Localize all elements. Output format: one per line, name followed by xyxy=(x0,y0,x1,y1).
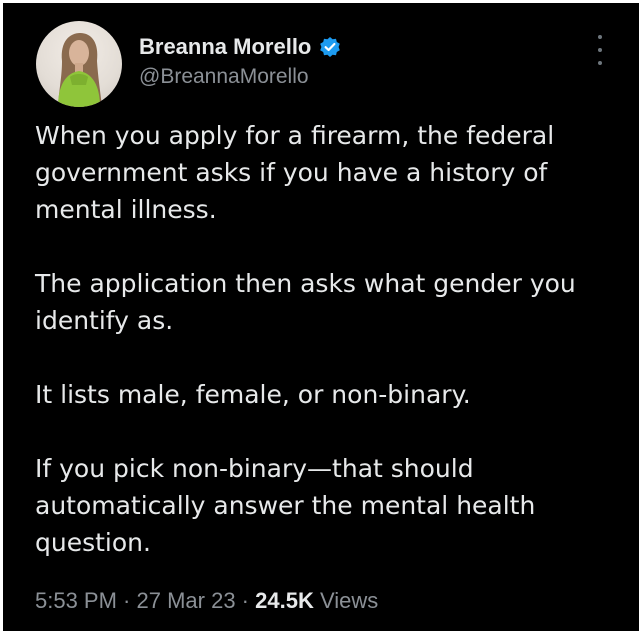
verified-badge-icon xyxy=(319,36,341,58)
meta-separator: · xyxy=(235,588,256,613)
tweet-time[interactable]: 5:53 PM xyxy=(35,588,117,613)
meta-separator: · xyxy=(116,588,137,613)
tweet-paragraph: It lists male, female, or non-binary. xyxy=(35,380,471,409)
avatar[interactable] xyxy=(36,21,122,107)
tweet-date[interactable]: 27 Mar 23 xyxy=(137,588,236,613)
author-name-row: Breanna Morello xyxy=(139,34,341,60)
tweet-card: Breanna Morello @BreannaMorello When you… xyxy=(3,3,639,631)
views-count[interactable]: 24.5K xyxy=(255,588,314,613)
more-dot xyxy=(598,61,602,65)
views-label: Views xyxy=(319,588,379,613)
tweet-meta: 5:53 PM · 27 Mar 23 · 24.5K Views xyxy=(35,588,378,614)
tweet-text: When you apply for a firearm, the federa… xyxy=(35,117,625,561)
profile-photo xyxy=(58,33,102,107)
more-dot xyxy=(598,48,602,52)
author-display-name[interactable]: Breanna Morello xyxy=(139,34,311,60)
tweet-paragraph: The application then asks what gender yo… xyxy=(35,269,576,335)
more-options-icon[interactable] xyxy=(593,35,607,65)
tweet-paragraph: When you apply for a firearm, the federa… xyxy=(35,121,555,224)
more-dot xyxy=(598,35,602,39)
author-handle[interactable]: @BreannaMorello xyxy=(139,65,309,89)
tweet-paragraph: If you pick non-binary—that should autom… xyxy=(35,454,536,557)
